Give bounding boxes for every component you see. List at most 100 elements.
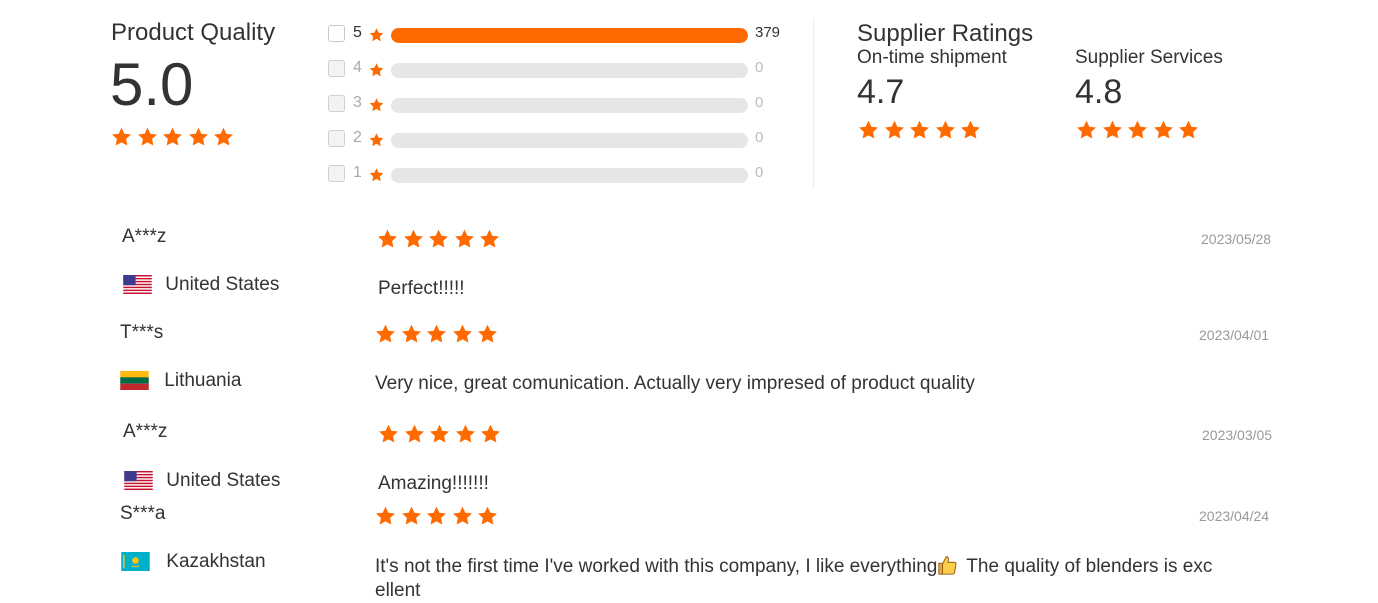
rating-filter-1[interactable]: 1 0: [328, 164, 798, 186]
reviewer-name: T***s: [120, 322, 164, 343]
rating-bar-fill: [391, 28, 748, 43]
star-icon: [478, 228, 501, 250]
review-stars: [374, 323, 502, 345]
review-date: 2023/04/24: [1199, 508, 1270, 524]
star-icon: [454, 423, 477, 445]
country-name: United States: [165, 274, 280, 295]
star-icon: [376, 228, 399, 250]
lt-flag-icon: [120, 371, 149, 391]
star-icon: [374, 505, 397, 527]
us-flag-icon: [124, 471, 153, 491]
rating-level: 4: [353, 59, 362, 76]
review-date: 2023/04/01: [1199, 327, 1270, 343]
star-icon: [136, 126, 159, 148]
star-icon: [402, 228, 425, 250]
rating-count: 0: [755, 129, 764, 146]
star-icon: [908, 119, 931, 141]
rating-level: 2: [353, 129, 362, 146]
filter-checkbox[interactable]: [328, 25, 345, 42]
review-text: Amazing!!!!!!!: [378, 473, 489, 494]
review-stars: [374, 505, 502, 527]
thumbs-up-icon: [937, 554, 959, 576]
star-icon: [476, 323, 499, 345]
on-time-shipment-score: 4.7: [857, 73, 905, 111]
rating-count: 0: [755, 164, 764, 181]
reviewer-name: A***z: [122, 226, 167, 247]
star-icon: [403, 423, 426, 445]
star-icon: [476, 505, 499, 527]
reviewer-country: United States: [123, 274, 279, 296]
reviewer-country: United States: [124, 470, 280, 492]
on-time-shipment-stars: [857, 119, 985, 141]
star-icon: [959, 119, 982, 141]
rating-bar-track: [391, 98, 748, 113]
star-icon: [400, 505, 423, 527]
rating-level: 1: [353, 164, 362, 181]
rating-filter-3[interactable]: 3 0: [328, 94, 798, 116]
star-icon: [451, 323, 474, 345]
rating-count: 379: [755, 24, 781, 41]
supplier-services-stars: [1075, 119, 1203, 141]
star-icon: [1177, 119, 1200, 141]
kz-flag-icon: [121, 552, 150, 572]
star-icon: [377, 423, 400, 445]
star-icon: [400, 323, 423, 345]
us-flag-icon: [123, 275, 152, 295]
supplier-services-score: 4.8: [1075, 73, 1123, 111]
country-name: Lithuania: [164, 370, 242, 391]
star-icon: [368, 132, 385, 148]
product-quality-title: Product Quality: [111, 19, 276, 46]
star-icon: [451, 505, 474, 527]
review-stars: [377, 423, 505, 445]
rating-filter-4[interactable]: 4 0: [328, 59, 798, 81]
star-icon: [1101, 119, 1124, 141]
country-name: United States: [166, 470, 281, 491]
star-icon: [187, 126, 210, 148]
star-icon: [428, 423, 451, 445]
star-icon: [161, 126, 184, 148]
supplier-services-label: Supplier Services: [1075, 47, 1223, 68]
filter-checkbox[interactable]: [328, 165, 345, 182]
star-icon: [1075, 119, 1098, 141]
rating-level: 5: [353, 24, 362, 41]
star-icon: [427, 228, 450, 250]
rating-bar-track: [391, 63, 748, 78]
star-icon: [374, 323, 397, 345]
star-icon: [110, 126, 133, 148]
review-date: 2023/03/05: [1202, 427, 1273, 443]
review-text-part: The quality of blenders is exc: [961, 556, 1213, 577]
product-quality-stars: [110, 126, 238, 148]
review-stars: [376, 228, 504, 250]
star-icon: [934, 119, 957, 141]
rating-bar-track: [391, 133, 748, 148]
star-icon: [368, 97, 385, 113]
review-date: 2023/05/28: [1201, 231, 1272, 247]
review-text-part: ellent: [375, 580, 421, 601]
star-icon: [212, 126, 235, 148]
star-icon: [368, 167, 385, 183]
rating-level: 3: [353, 94, 362, 111]
reviewer-country: Kazakhstan: [121, 551, 266, 573]
filter-checkbox[interactable]: [328, 130, 345, 147]
star-icon: [425, 323, 448, 345]
filter-checkbox[interactable]: [328, 60, 345, 77]
star-icon: [857, 119, 880, 141]
star-icon: [479, 423, 502, 445]
filter-checkbox[interactable]: [328, 95, 345, 112]
review-text: It's not the first time I've worked with…: [375, 554, 1285, 603]
star-icon: [1152, 119, 1175, 141]
rating-count: 0: [755, 59, 764, 76]
review-text-part: It's not the first time I've worked with…: [375, 556, 938, 577]
star-icon: [1126, 119, 1149, 141]
rating-filter-2[interactable]: 2 0: [328, 129, 798, 151]
review-text: Perfect!!!!!: [378, 278, 465, 299]
star-icon: [368, 62, 385, 78]
rating-bar-track: [391, 168, 748, 183]
on-time-shipment-label: On-time shipment: [857, 47, 1007, 68]
star-icon: [425, 505, 448, 527]
product-quality-score: 5.0: [110, 51, 194, 118]
rating-filter-5[interactable]: 5 379: [328, 24, 798, 46]
country-name: Kazakhstan: [166, 551, 266, 572]
star-icon: [453, 228, 476, 250]
reviewer-country: Lithuania: [120, 370, 241, 392]
